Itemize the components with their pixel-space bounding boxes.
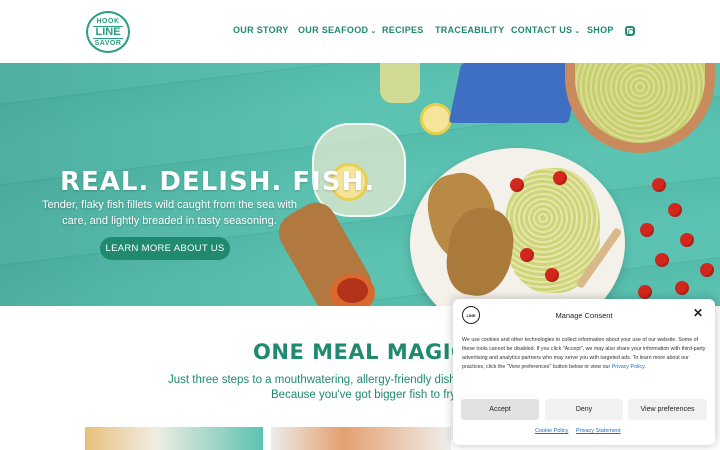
tomato-image: [675, 281, 689, 295]
hero-banner: REAL. DELISH. FISH. Tender, flaky fish f…: [0, 63, 720, 306]
tomato-image: [640, 223, 654, 237]
step-2-image[interactable]: [271, 427, 451, 450]
privacy-statement-link[interactable]: Privacy Statement: [576, 428, 621, 434]
tomato-image: [638, 285, 652, 299]
nav-label: OUR STORY: [233, 25, 289, 35]
brand-logo[interactable]: HOOK LINE SAVOR: [86, 11, 130, 53]
tomato-image: [652, 178, 666, 192]
cookie-consent-dialog: LINE Manage Consent ✕ We use cookies and…: [453, 299, 715, 445]
section-intro-line-2: Because you've got bigger fish to fry.: [271, 389, 459, 401]
tomato-image: [520, 248, 534, 262]
nav-label: TRACEABILITY: [435, 25, 505, 35]
view-preferences-button[interactable]: View preferences: [628, 399, 707, 420]
nav-item-our-story[interactable]: OUR STORY: [233, 25, 289, 35]
nav-label: CONTACT US: [511, 25, 573, 35]
tomato-image: [680, 233, 694, 247]
tomato-image: [553, 171, 567, 185]
consent-title: Manage Consent: [555, 311, 613, 320]
chevron-down-icon: ⌄: [370, 28, 377, 35]
consent-body-text: We use cookies and other technologies to…: [462, 337, 706, 370]
nav-item-contact-us[interactable]: CONTACT US ⌄: [511, 25, 581, 35]
tomato-image: [545, 268, 559, 282]
privacy-policy-link[interactable]: Privacy Policy: [612, 364, 645, 370]
nav-item-our-seafood[interactable]: OUR SEAFOOD ⌄: [298, 25, 376, 35]
step-1-image[interactable]: [85, 427, 263, 450]
deny-button[interactable]: Deny: [545, 399, 623, 420]
learn-more-button[interactable]: LEARN MORE ABOUT US: [100, 237, 230, 260]
chevron-down-icon: ⌄: [574, 28, 581, 35]
chili-flakes-image: [337, 278, 368, 303]
tomato-image: [700, 263, 714, 277]
close-icon[interactable]: ✕: [693, 307, 703, 319]
hero-subtitle: Tender, flaky fish fillets wild caught f…: [42, 199, 297, 227]
nav-item-traceability[interactable]: TRACEABILITY: [435, 25, 505, 35]
instagram-icon[interactable]: [625, 26, 635, 36]
accept-button[interactable]: Accept: [461, 399, 539, 420]
nav-label: SHOP: [587, 25, 614, 35]
logo-text-bottom: SAVOR: [94, 39, 122, 47]
consent-body: We use cookies and other technologies to…: [462, 336, 708, 372]
nav-label: OUR SEAFOOD: [298, 25, 369, 35]
nav-label: RECIPES: [382, 25, 424, 35]
lemon-slice-image: [420, 103, 452, 135]
site-header: HOOK LINE SAVOR OUR STORY OUR SEAFOOD ⌄ R…: [0, 0, 720, 63]
tomato-image: [668, 203, 682, 217]
consent-body-end: .: [644, 364, 646, 370]
tomato-image: [510, 178, 524, 192]
lemonade-glass-image: [380, 63, 420, 103]
logo-text-middle: LINE: [93, 25, 123, 39]
section-intro-line-1: Just three steps to a mouthwatering, all…: [168, 374, 466, 386]
nav-item-recipes[interactable]: RECIPES: [382, 25, 424, 35]
napkin-image: [448, 63, 582, 123]
logo-text-top: HOOK: [96, 17, 120, 25]
nav-item-shop[interactable]: SHOP: [587, 25, 614, 35]
cookie-policy-link[interactable]: Cookie Policy: [535, 428, 568, 434]
tomato-image: [655, 253, 669, 267]
hero-title: REAL. DELISH. FISH.: [60, 167, 376, 197]
